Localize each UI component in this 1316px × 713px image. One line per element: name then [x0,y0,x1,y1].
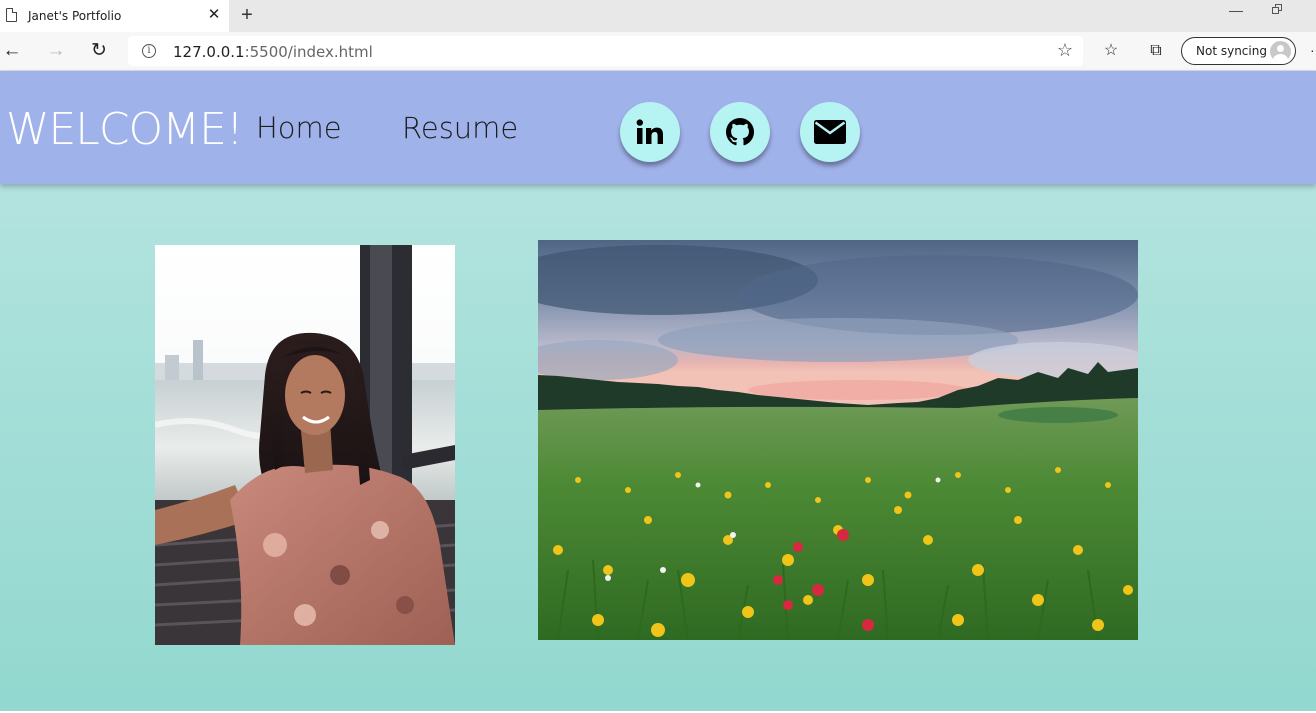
minimize-button[interactable]: — [1226,2,1246,22]
site-header: WELCOME! Home Resume [0,71,1316,184]
email-button[interactable] [800,102,860,162]
info-icon[interactable]: i [142,44,156,58]
github-icon [726,118,754,146]
profile-icon [1270,41,1291,62]
collections-icon[interactable]: ⧉ [1146,41,1166,61]
portrait-photo [155,245,455,645]
refresh-icon[interactable]: ↻ [87,40,111,64]
browser-tab[interactable]: Janet's Portfolio ✕ [0,0,229,32]
tab-title: Janet's Portfolio [28,9,122,23]
page-icon [6,8,17,22]
linkedin-button[interactable] [620,102,680,162]
sync-label: Not syncing [1196,44,1267,58]
more-icon[interactable]: · [1310,42,1315,58]
envelope-icon [814,120,846,144]
url-host: 127.0.0.1 [173,43,245,61]
meadow-photo [538,240,1138,640]
star-icon[interactable]: ☆ [1057,40,1073,61]
url-text: 127.0.0.1:5500/index.html [173,43,373,61]
page-body: WELCOME! Home Resume [0,71,1316,711]
new-tab-button[interactable]: + [236,4,258,26]
browser-tab-bar: Janet's Portfolio ✕ + — [0,0,1316,32]
favorites-icon[interactable]: ☆ [1101,41,1121,61]
nav-home-link[interactable]: Home [256,111,342,145]
github-button[interactable] [710,102,770,162]
forward-arrow-icon[interactable]: → [44,40,68,64]
sync-button[interactable]: Not syncing [1181,37,1296,65]
welcome-title: WELCOME! [6,104,244,155]
url-path: :5500/index.html [244,43,373,61]
address-bar[interactable]: i 127.0.0.1:5500/index.html ☆ [128,36,1083,66]
close-icon[interactable]: ✕ [205,6,223,24]
restore-button[interactable] [1272,4,1286,18]
linkedin-icon [636,119,663,144]
browser-toolbar: ← → ↻ i 127.0.0.1:5500/index.html ☆ ☆ ⧉ … [0,32,1316,71]
back-arrow-icon[interactable]: ← [0,40,24,64]
nav-resume-link[interactable]: Resume [402,111,518,145]
